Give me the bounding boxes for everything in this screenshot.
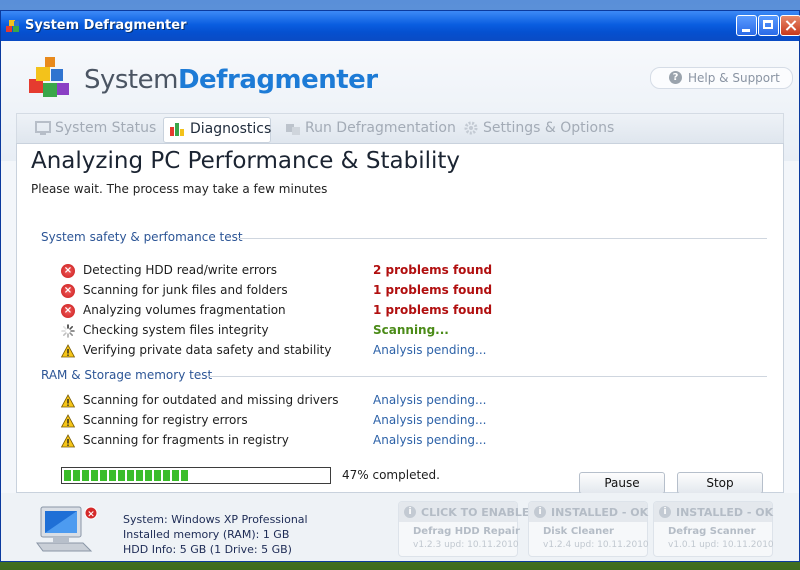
module-card-defrag-scanner[interactable]: i INSTALLED - OK Defrag Scanner v1.0.1 u…: [653, 501, 774, 557]
brand-part-2: Defragmenter: [177, 65, 378, 95]
title-bar[interactable]: System Defragmenter: [1, 11, 800, 41]
item-label: Scanning for fragments in registry: [83, 433, 289, 447]
info-icon: i: [404, 506, 416, 518]
help-support-button[interactable]: ? Help & Support: [650, 67, 793, 89]
item-status: Analysis pending...: [373, 413, 487, 427]
system-os: System: Windows XP Professional: [123, 513, 308, 526]
tab-label: Diagnostics: [190, 121, 272, 137]
progress-label: 47% completed.: [342, 468, 440, 482]
close-button[interactable]: [780, 15, 800, 36]
page-subtitle: Please wait. The process may take a few …: [31, 182, 328, 196]
stop-button[interactable]: Stop: [677, 472, 763, 494]
diagnostics-panel: Analyzing PC Performance & Stability Ple…: [16, 143, 784, 494]
warning-icon: [61, 394, 75, 408]
warning-icon: [61, 414, 75, 428]
minimize-button[interactable]: [736, 15, 757, 36]
app-brand: SystemDefragmenter: [84, 65, 378, 95]
maximize-button[interactable]: [758, 15, 779, 36]
card-name: Defrag Scanner: [668, 526, 756, 537]
bar-chart-icon: [170, 123, 184, 136]
tab-label: Settings & Options: [483, 120, 615, 136]
warning-icon: [61, 344, 75, 358]
tab-label: System Status: [55, 120, 157, 136]
item-status: Analysis pending...: [373, 433, 487, 447]
list-item: × Detecting HDD read/write errors 2 prob…: [61, 262, 761, 280]
list-item: × Analyzing volumes fragmentation 1 prob…: [61, 302, 761, 320]
item-status: 2 problems found: [373, 263, 493, 277]
list-item: Checking system files integrity Scanning…: [61, 322, 761, 340]
section-header-ram: RAM & Storage memory test: [41, 368, 767, 382]
item-label: Scanning for junk files and folders: [83, 283, 288, 297]
module-card-disk-cleaner[interactable]: i INSTALLED - OK Disk Cleaner v1.2.4 upd…: [528, 501, 649, 557]
system-hdd: HDD Info: 5 GB (1 Drive: 5 GB): [123, 543, 292, 556]
section-header-safety: System safety & perfomance test: [41, 230, 767, 244]
item-status: 1 problems found: [373, 283, 493, 297]
help-label: Help & Support: [688, 71, 780, 85]
info-icon: i: [659, 506, 671, 518]
card-name: Disk Cleaner: [543, 526, 614, 537]
computer-icon: ×: [36, 506, 98, 552]
item-label: Analyzing volumes fragmentation: [83, 303, 286, 317]
item-status: Analysis pending...: [373, 393, 487, 407]
item-status: Scanning...: [373, 323, 449, 337]
defrag-icon: [286, 124, 300, 135]
spinner-icon: [61, 324, 75, 338]
error-icon: ×: [61, 284, 75, 298]
tab-system-status[interactable]: System Status: [35, 117, 157, 141]
info-icon: i: [534, 506, 546, 518]
tab-label: Run Defragmentation: [305, 120, 456, 136]
tab-bar: System Status Diagnostics Run Defragment…: [16, 113, 784, 143]
card-version: v1.2.4 upd: 10.11.2010: [543, 540, 649, 550]
page-title: Analyzing PC Performance & Stability: [31, 148, 461, 174]
system-memory: Installed memory (RAM): 1 GB: [123, 528, 290, 541]
svg-text:×: ×: [87, 510, 95, 520]
footer: × System: Windows XP Professional Instal…: [1, 493, 799, 561]
system-info: System: Windows XP Professional Installe…: [123, 512, 308, 557]
gear-icon: [464, 121, 478, 135]
tab-run-defragmentation[interactable]: Run Defragmentation: [285, 117, 456, 141]
item-label: Verifying private data safety and stabil…: [83, 343, 332, 357]
card-version: v1.2.3 upd: 10.11.2010: [413, 540, 519, 550]
window-title: System Defragmenter: [25, 18, 187, 33]
monitor-icon: [35, 121, 51, 135]
list-item: Scanning for outdated and missing driver…: [61, 392, 761, 410]
item-label: Scanning for registry errors: [83, 413, 248, 427]
app-logo-icon: [29, 57, 69, 97]
error-icon: ×: [61, 304, 75, 318]
card-status: INSTALLED - OK: [676, 506, 774, 519]
help-icon: ?: [669, 71, 682, 84]
list-item: Verifying private data safety and stabil…: [61, 342, 761, 360]
progress-bar: [61, 467, 331, 484]
app-window: System Defragmenter SystemDefragmenter ?…: [0, 10, 800, 562]
list-item: Scanning for registry errors Analysis pe…: [61, 412, 761, 430]
section-title: RAM & Storage memory test: [41, 368, 213, 382]
tab-settings-options[interactable]: Settings & Options: [463, 117, 615, 141]
app-icon: [6, 20, 19, 32]
card-name: Defrag HDD Repair: [413, 526, 520, 537]
brand-part-1: System: [84, 65, 178, 95]
tab-diagnostics[interactable]: Diagnostics: [163, 117, 271, 143]
card-version: v1.0.1 upd: 10.11.2010: [668, 540, 774, 550]
progress-fill: [64, 470, 188, 481]
pause-button[interactable]: Pause: [579, 472, 665, 494]
warning-icon: [61, 434, 75, 448]
list-item: Scanning for fragments in registry Analy…: [61, 432, 761, 450]
section-title: System safety & perfomance test: [41, 230, 243, 244]
section-divider: [207, 376, 767, 377]
module-card-defrag-hdd-repair[interactable]: i CLICK TO ENABLE Defrag HDD Repair v1.2…: [398, 501, 529, 557]
item-status: Analysis pending...: [373, 343, 487, 357]
list-item: × Scanning for junk files and folders 1 …: [61, 282, 761, 300]
item-label: Detecting HDD read/write errors: [83, 263, 278, 277]
section-divider: [237, 238, 767, 239]
item-status: 1 problems found: [373, 303, 493, 317]
error-icon: ×: [61, 264, 75, 278]
card-status: CLICK TO ENABLE: [421, 506, 530, 519]
item-label: Checking system files integrity: [83, 323, 269, 337]
item-label: Scanning for outdated and missing driver…: [83, 393, 339, 407]
card-status: INSTALLED - OK: [551, 506, 649, 519]
